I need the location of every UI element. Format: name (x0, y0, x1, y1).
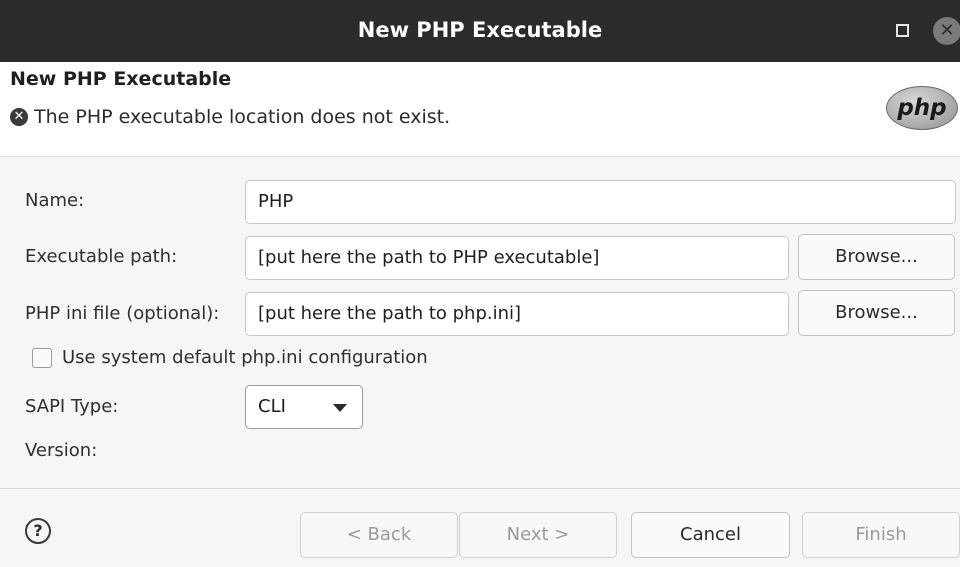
error-icon: ✕ (10, 108, 28, 126)
php-ini-input[interactable]: [put here the path to php.ini] (245, 292, 789, 336)
php-logo: php (886, 86, 958, 130)
use-default-checkbox[interactable] (32, 348, 52, 368)
cancel-button[interactable]: Cancel (631, 512, 790, 558)
sapi-type-label: SAPI Type: (25, 396, 119, 417)
sapi-type-value: CLI (258, 396, 286, 417)
name-input[interactable]: PHP (245, 180, 956, 224)
help-icon[interactable]: ? (25, 518, 51, 544)
chevron-down-icon (333, 404, 347, 412)
footer-divider (0, 488, 960, 489)
maximize-icon[interactable] (896, 24, 909, 37)
dialog-header: New PHP Executable ✕ The PHP executable … (0, 62, 960, 157)
sapi-type-select[interactable]: CLI (245, 385, 363, 429)
title-bar: New PHP Executable ✕ (0, 0, 960, 62)
back-button[interactable]: < Back (300, 512, 458, 558)
use-default-label[interactable]: Use system default php.ini configuration (62, 347, 428, 368)
php-ini-label: PHP ini file (optional): (25, 303, 220, 324)
executable-path-label: Executable path: (25, 246, 178, 267)
close-icon[interactable]: ✕ (933, 17, 960, 45)
browse-executable-button[interactable]: Browse... (798, 234, 955, 280)
next-button[interactable]: Next > (459, 512, 617, 558)
version-label: Version: (25, 440, 98, 461)
error-message: ✕ The PHP executable location does not e… (10, 106, 450, 128)
finish-button[interactable]: Finish (802, 512, 960, 558)
name-label: Name: (25, 190, 85, 211)
window-title: New PHP Executable (357, 18, 603, 42)
error-message-text: The PHP executable location does not exi… (34, 106, 451, 128)
dialog-title: New PHP Executable (10, 68, 232, 90)
browse-ini-button[interactable]: Browse... (798, 290, 955, 336)
executable-path-input[interactable]: [put here the path to PHP executable] (245, 236, 789, 280)
